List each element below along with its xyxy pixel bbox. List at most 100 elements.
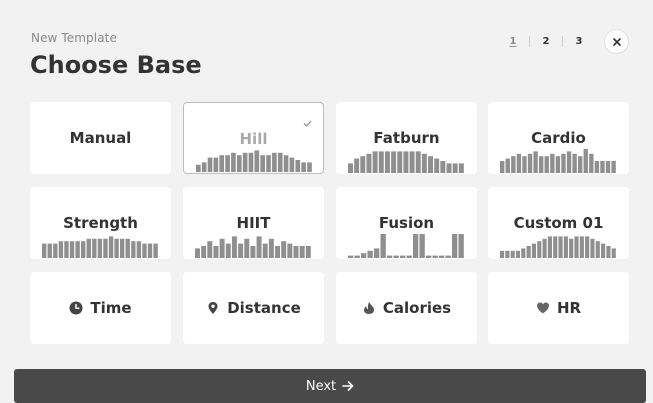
card-strength[interactable]: Strength [30,187,171,259]
card-time[interactable]: Time [30,272,171,344]
profile-bar [108,236,114,258]
profile-bar [542,238,547,258]
profile-bar [397,151,403,173]
profile-bar [266,155,271,172]
step-2[interactable]: 2 [530,36,562,47]
profile-bar [574,236,579,258]
profile-bar [446,163,452,173]
profile-bar [248,152,254,172]
profile-bar [238,243,244,258]
step-3[interactable]: 3 [563,36,595,47]
profile-bar [553,236,558,258]
profile-bar [262,243,268,258]
profile-bar [403,151,409,173]
profile-bar [563,236,568,258]
profile-bar [606,246,611,258]
card-label: Distance [227,299,301,317]
profile-bar [360,156,366,173]
profile-bar [439,255,445,258]
profile-bar [254,150,260,172]
profile-bar [426,255,432,258]
profile-bar [572,153,577,173]
profile-bar [53,243,58,258]
card-label-group: Calories [336,299,477,317]
profile-bar [75,241,80,258]
page-title: Choose Base [30,51,202,79]
profile-bar [354,255,360,258]
card-hr[interactable]: HR [488,272,629,344]
card-custom-01[interactable]: Custom 01 [488,187,629,259]
profile-bar [384,151,390,173]
profile-bar [585,236,590,258]
page-subtitle: New Template [31,31,117,45]
profile-bar [526,246,531,258]
profile-bar [440,161,446,173]
profile-bar [207,241,213,258]
profile-bar [196,164,201,172]
profile-bar [421,153,427,173]
card-fusion[interactable]: Fusion [336,187,477,259]
profile-bar [452,234,458,258]
card-label: Time [90,299,132,317]
card-hiit[interactable]: HIIT [183,187,324,259]
profile-bar [555,156,561,173]
profile-bar [307,162,312,172]
profile-bar [103,238,108,258]
card-fatburn[interactable]: Fatburn [336,102,477,174]
profile-bar [374,248,380,258]
profile-bar [299,246,305,258]
profile-bar [516,153,522,173]
profile-bar [409,151,415,173]
profile-bar [47,243,52,258]
profile-bar [415,151,421,173]
profile-bar [550,153,555,173]
profile-bar [244,238,250,258]
close-icon [612,37,621,46]
card-cardio[interactable]: Cardio [488,102,629,174]
card-label-group: Time [30,299,171,317]
clock-icon [69,301,83,315]
profile-bar [458,163,464,173]
profile-bar [92,238,97,258]
profile-bar [594,161,600,173]
profile-bar [569,238,574,258]
profile-bar [354,158,360,173]
next-button-label: Next [305,378,337,394]
profile-bar [268,238,274,258]
close-button[interactable] [604,29,629,54]
card-calories[interactable]: Calories [336,272,477,344]
card-manual[interactable]: Manual [30,102,171,174]
profile-bar [281,241,287,258]
card-label: HR [556,299,582,317]
step-1[interactable]: 1 [497,36,529,47]
card-hill[interactable]: Hill [183,102,324,174]
profile-bar [428,156,434,173]
map-pin-icon [206,301,220,315]
profile-bar [583,149,588,173]
profile-bar [58,241,64,258]
next-button[interactable]: Next [14,369,646,403]
profile-bar [366,153,372,173]
profile-bar [537,241,542,258]
card-distance[interactable]: Distance [183,272,324,344]
profile-bar [225,243,231,258]
profile-bar [510,250,515,258]
profile-bar [289,157,295,172]
profile-bar [305,246,311,258]
intensity-profile-chart [195,236,311,258]
profile-bar [531,243,537,258]
profile-bar [378,151,384,173]
profile-bar [195,248,200,258]
intensity-profile-chart [348,151,464,173]
profile-bar [505,250,510,258]
profile-bar [231,236,237,258]
profile-bar [406,255,412,258]
card-label: Calories [382,299,452,317]
profile-bar [533,151,538,173]
profile-bar [260,155,265,172]
profile-bar [387,255,393,258]
profile-bar [434,158,440,173]
profile-bar [522,156,527,173]
profile-bar [595,241,600,258]
intensity-profile-chart [42,236,158,258]
